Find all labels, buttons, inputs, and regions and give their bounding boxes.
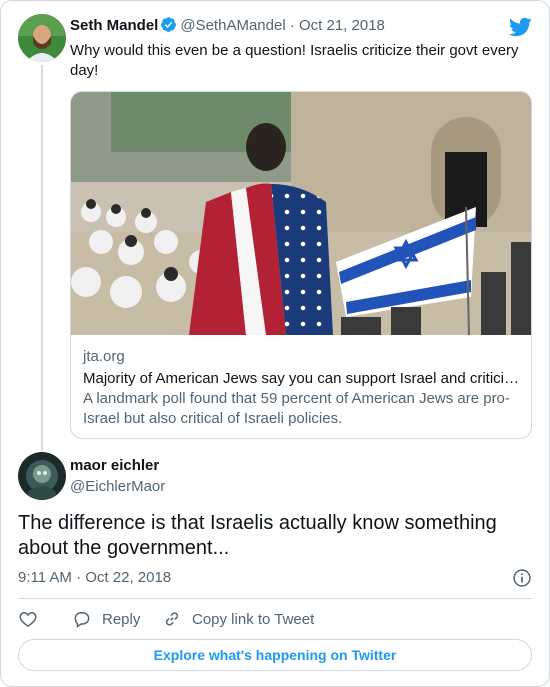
card-description: A landmark poll found that 59 percent of…	[83, 390, 510, 427]
tweet1-text: Why would this even be a question! Israe…	[70, 42, 519, 79]
avatar-maor-eichler[interactable]	[18, 452, 66, 500]
link-icon	[165, 612, 179, 626]
tweet1-handle[interactable]: @SethAMandel	[180, 17, 285, 34]
explore-twitter-button[interactable]: Explore what's happening on Twitter	[18, 639, 532, 671]
heart-icon	[19, 611, 37, 627]
tweet2-author-name[interactable]: maor eichler	[70, 457, 159, 474]
card-image	[71, 92, 531, 335]
reply-button[interactable]: Reply	[72, 607, 140, 631]
tweet2-text: The difference is that Israelis actually…	[18, 512, 497, 559]
copy-link-button[interactable]: Copy link to Tweet	[162, 607, 314, 631]
tweet2-timestamp[interactable]: 9:11 AM · Oct 22, 2018	[18, 569, 171, 586]
avatar-seth-mandel[interactable]	[18, 14, 66, 62]
twitter-bird-icon[interactable]	[508, 15, 532, 39]
verified-badge-icon	[161, 17, 177, 32]
copy-link-label: Copy link to Tweet	[192, 610, 315, 628]
tweet2-handle[interactable]: @EichlerMaor	[70, 478, 165, 495]
embedded-tweet-frame: Seth Mandel @SethAMandel · Oct 21, 2018 W…	[0, 0, 550, 687]
reply-label: Reply	[102, 610, 141, 628]
tweet1-header: Seth Mandel @SethAMandel · Oct 21, 2018	[70, 16, 385, 34]
info-icon[interactable]	[512, 568, 532, 588]
thread-connector-line	[41, 65, 43, 451]
card-domain: jta.org	[83, 348, 125, 365]
tweet1-date[interactable]: Oct 21, 2018	[299, 17, 385, 34]
card-body: jta.org Majority of American Jews say yo…	[83, 347, 521, 429]
reply-icon	[74, 612, 90, 628]
tweet1-author-name[interactable]: Seth Mandel	[70, 17, 158, 34]
like-button[interactable]	[18, 607, 48, 631]
divider	[18, 598, 532, 599]
card-title: Majority of American Jews say you can su…	[83, 370, 521, 387]
link-preview-card[interactable]: jta.org Majority of American Jews say yo…	[70, 91, 532, 439]
